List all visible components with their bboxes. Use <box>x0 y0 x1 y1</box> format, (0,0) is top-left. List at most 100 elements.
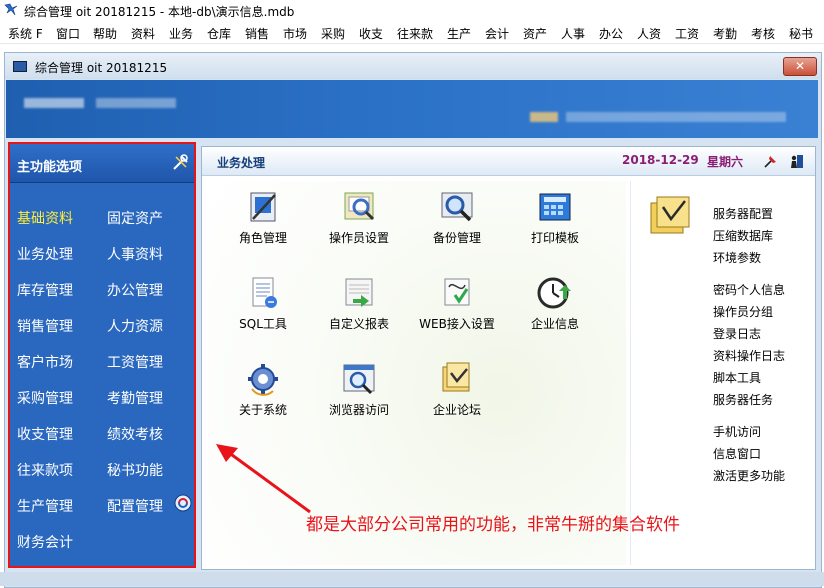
link-env-params[interactable]: 环境参数 <box>713 249 761 266</box>
nav-fixed-assets[interactable]: 固定资产 <box>107 208 163 228</box>
menu-system[interactable]: 系统 F <box>8 25 43 42</box>
module-label: 企业信息 <box>530 317 579 331</box>
nav-hr[interactable]: 人力资源 <box>107 316 163 336</box>
nav-performance[interactable]: 绩效考核 <box>107 424 163 444</box>
nav-salary[interactable]: 工资管理 <box>107 352 163 372</box>
link-server-task[interactable]: 服务器任务 <box>713 391 773 408</box>
content-header: 业务处理 2018-12-29 星期六 <box>202 147 815 176</box>
module-label: 浏览器访问 <box>328 403 389 417</box>
menu-assets[interactable]: 资产 <box>523 25 547 42</box>
nav-personnel[interactable]: 人事资料 <box>107 244 163 264</box>
menu-sales[interactable]: 销售 <box>245 25 269 42</box>
link-info-window[interactable]: 信息窗口 <box>713 445 761 462</box>
menu-attendance[interactable]: 考勤 <box>713 25 737 42</box>
config-refresh-icon[interactable] <box>174 494 192 512</box>
menu-data[interactable]: 资料 <box>131 25 155 42</box>
menu-secretary[interactable]: 秘书 <box>789 25 813 42</box>
module-label: 角色管理 <box>238 231 287 245</box>
nav-finance[interactable]: 财务会计 <box>17 532 73 552</box>
link-password[interactable]: 密码个人信息 <box>713 281 785 298</box>
main-function-panel: 主功能选项 基础资料 固定资产 业务处理 人事资料 库存管理 办公管理 销售管理… <box>8 142 196 568</box>
module-print-template[interactable]: 打印模板 <box>510 189 600 246</box>
menu-business[interactable]: 业务 <box>169 25 193 42</box>
module-label: 关于系统 <box>238 403 287 417</box>
report-icon <box>345 278 373 307</box>
link-server-config[interactable]: 服务器配置 <box>713 205 773 222</box>
link-mobile[interactable]: 手机访问 <box>713 423 761 440</box>
nav-customer-market[interactable]: 客户市场 <box>17 352 73 372</box>
menu-hr[interactable]: 人资 <box>637 25 661 42</box>
link-activate[interactable]: 激活更多功能 <box>713 467 785 484</box>
browser-icon <box>343 364 375 395</box>
panel-header: 主功能选项 <box>10 144 194 183</box>
nav-production[interactable]: 生产管理 <box>17 496 73 516</box>
nav-config[interactable]: 配置管理 <box>107 496 163 516</box>
nav-attendance[interactable]: 考勤管理 <box>107 388 163 408</box>
tools-icon[interactable] <box>172 153 190 171</box>
link-operator-group[interactable]: 操作员分组 <box>713 303 773 320</box>
forum-icon <box>442 362 470 392</box>
blurred-badge <box>530 112 558 122</box>
user-exit-icon[interactable] <box>788 152 806 170</box>
blurred-slogan <box>566 112 786 122</box>
blurred-logo <box>24 98 84 108</box>
module-backup[interactable]: 备份管理 <box>412 189 502 246</box>
menu-accounting[interactable]: 会计 <box>485 25 509 42</box>
link-script-tool[interactable]: 脚本工具 <box>713 369 761 386</box>
role-icon <box>250 192 276 222</box>
nav-business[interactable]: 业务处理 <box>17 244 73 264</box>
inner-titlebar: 综合管理 oit 20181215 ✕ <box>5 53 821 79</box>
link-data-log[interactable]: 资料操作日志 <box>713 347 785 364</box>
menu-production[interactable]: 生产 <box>447 25 471 42</box>
annotation-arrow <box>216 444 311 514</box>
menu-help[interactable]: 帮助 <box>93 25 117 42</box>
module-about[interactable]: 关于系统 <box>218 361 308 418</box>
nav-inventory[interactable]: 库存管理 <box>17 280 73 300</box>
nav-sales[interactable]: 销售管理 <box>17 316 73 336</box>
menu-office[interactable]: 办公 <box>599 25 623 42</box>
web-icon <box>444 278 470 306</box>
module-forum[interactable]: 企业论坛 <box>412 361 502 418</box>
menu-purchase[interactable]: 采购 <box>321 25 345 42</box>
menubar: 系统 F 窗口 帮助 资料 业务 仓库 销售 市场 采购 收支 往来款 生产 会… <box>0 21 824 44</box>
link-compress-db[interactable]: 压缩数据库 <box>713 227 773 244</box>
module-operator[interactable]: 操作员设置 <box>314 189 404 246</box>
operator-icon <box>344 192 375 221</box>
menu-window[interactable]: 窗口 <box>56 25 80 42</box>
module-label: 打印模板 <box>530 231 579 245</box>
module-sql[interactable]: SQL工具 <box>218 275 308 332</box>
menu-income[interactable]: 收支 <box>359 25 383 42</box>
pin-icon[interactable] <box>762 152 780 170</box>
status-strip <box>0 572 824 586</box>
module-browser[interactable]: 浏览器访问 <box>314 361 404 418</box>
system-links-panel: 服务器配置 压缩数据库 环境参数 密码个人信息 操作员分组 登录日志 资料操作日… <box>630 181 812 565</box>
app-titlebar: 综合管理 oit 20181215 - 本地-db\演示信息.mdb <box>0 0 824 21</box>
nav-income-expense[interactable]: 收支管理 <box>17 424 73 444</box>
menu-salary[interactable]: 工资 <box>675 25 699 42</box>
current-weekday: 星期六 <box>707 155 744 169</box>
menu-accounts[interactable]: 往来款 <box>397 25 433 42</box>
module-report[interactable]: 自定义报表 <box>314 275 404 332</box>
backup-icon <box>441 192 473 222</box>
gear-icon <box>248 364 278 396</box>
module-web[interactable]: WEB接入设置 <box>412 275 502 332</box>
sql-icon <box>252 277 277 308</box>
module-label: 操作员设置 <box>328 231 389 245</box>
close-button[interactable]: ✕ <box>783 57 817 76</box>
inner-window-title: 综合管理 oit 20181215 <box>35 61 168 75</box>
module-enterprise-info[interactable]: 企业信息 <box>510 275 600 332</box>
menu-market[interactable]: 市场 <box>283 25 307 42</box>
link-login-log[interactable]: 登录日志 <box>713 325 761 342</box>
nav-basic-data[interactable]: 基础资料 <box>17 208 73 228</box>
nav-purchase[interactable]: 采购管理 <box>17 388 73 408</box>
module-label: SQL工具 <box>239 317 287 331</box>
nav-secretary[interactable]: 秘书功能 <box>107 460 163 480</box>
nav-accounts[interactable]: 往来款项 <box>17 460 73 480</box>
panel-header-label: 主功能选项 <box>17 160 83 175</box>
module-role[interactable]: 角色管理 <box>218 189 308 246</box>
blurred-logo-text <box>96 98 176 108</box>
menu-personnel[interactable]: 人事 <box>561 25 585 42</box>
menu-assessment[interactable]: 考核 <box>751 25 775 42</box>
menu-warehouse[interactable]: 仓库 <box>207 25 231 42</box>
nav-office[interactable]: 办公管理 <box>107 280 163 300</box>
